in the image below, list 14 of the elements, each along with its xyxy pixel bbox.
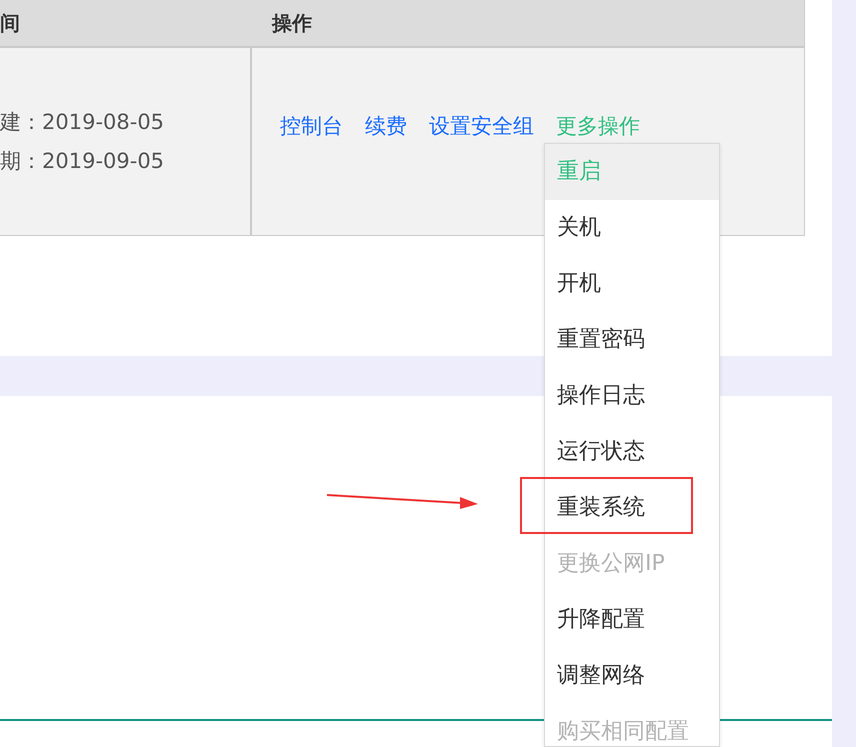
menu-item[interactable]: 开机 xyxy=(545,256,719,312)
column-header: 操作 xyxy=(272,11,312,35)
action-link[interactable]: 续费 xyxy=(365,110,407,142)
menu-item[interactable]: 升降配置 xyxy=(545,592,719,648)
action-link[interactable]: 设置安全组 xyxy=(429,110,534,142)
menu-item[interactable]: 重装系统 xyxy=(545,480,719,536)
menu-item[interactable]: 调整网络 xyxy=(545,648,719,704)
menu-item[interactable]: 运行状态 xyxy=(545,424,719,480)
menu-item[interactable]: 关机 xyxy=(545,200,719,256)
menu-item[interactable]: 操作日志 xyxy=(545,368,719,424)
action-link[interactable]: 控制台 xyxy=(280,110,343,142)
column-header: 间 xyxy=(0,11,20,35)
menu-item[interactable]: 重置密码 xyxy=(545,312,719,368)
date-text: 期：2019-09-05 xyxy=(0,148,164,172)
